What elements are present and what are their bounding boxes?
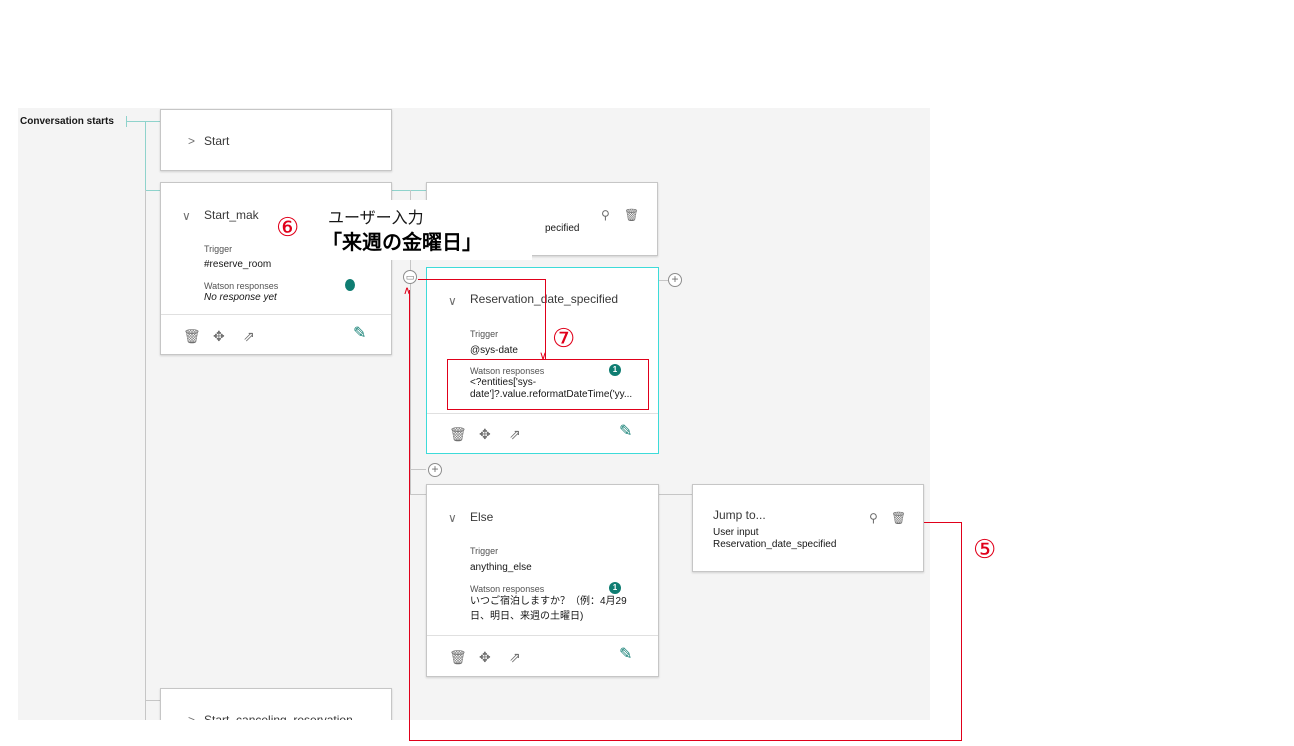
arrow-5-a: [924, 522, 961, 523]
node-title: Jump to...: [713, 508, 766, 522]
connector: [126, 121, 160, 122]
add-icon[interactable]: +: [668, 273, 682, 287]
responses-label: Watson responses: [204, 281, 279, 291]
arrow-5-d: [409, 290, 410, 741]
connector: [145, 190, 146, 720]
connector: [145, 121, 146, 191]
response-line-1: いつご宿泊しますか？（例：4月29: [470, 596, 627, 607]
chevron-down-icon[interactable]: ∨: [448, 511, 457, 525]
arrow-7-head: ∨: [539, 350, 548, 362]
jump-target-line-1: User input: [713, 527, 759, 538]
canvas-bottom-mask: [0, 720, 1294, 746]
annotation-marker-6: ⑥: [276, 212, 300, 242]
responses-label: Watson responses: [470, 584, 545, 594]
jump-to-icon[interactable]: ⇗: [509, 650, 521, 664]
node-start[interactable]: > Start: [160, 109, 392, 171]
connector: [658, 280, 668, 281]
trigger-label: Trigger: [470, 329, 499, 339]
trigger-value: anything_else: [470, 562, 532, 573]
user-input-label: ユーザー入力: [328, 210, 424, 227]
node-title: Start: [204, 134, 230, 148]
link-icon[interactable]: ⚲: [869, 511, 878, 525]
responses-value: No response yet: [204, 292, 277, 303]
divider: [427, 413, 658, 414]
conversation-starts-label: Conversation starts: [20, 116, 114, 127]
trash-icon[interactable]: 🗑: [624, 208, 639, 222]
trigger-value: #reserve_room: [204, 259, 272, 270]
node-title: Else: [470, 510, 494, 524]
arrow-5-head: ∧: [403, 285, 412, 297]
link-icon[interactable]: ⚲: [601, 208, 610, 222]
arrow-7-h: [418, 279, 545, 280]
connector: [145, 190, 160, 191]
pencil-icon[interactable]: ✎: [619, 424, 632, 440]
trigger-value: @sys-date: [470, 345, 518, 356]
response-line-2: 日、明日、来週の土曜日): [470, 611, 584, 622]
response-highlight: [447, 359, 649, 410]
trash-icon[interactable]: 🗑: [449, 427, 467, 441]
chevron-down-icon[interactable]: ∨: [182, 209, 191, 223]
trigger-label: Trigger: [470, 546, 499, 556]
annotation-marker-5: ⑤: [973, 534, 997, 564]
status-dot: [345, 279, 355, 291]
annotation-marker-7: ⑦: [552, 323, 576, 353]
chevron-right-icon[interactable]: >: [188, 134, 195, 148]
node-title: Start_mak: [204, 208, 259, 222]
comment-icon[interactable]: ▭: [403, 270, 417, 284]
trash-icon[interactable]: 🗑: [183, 329, 201, 343]
divider: [161, 314, 391, 315]
node-else[interactable]: ∨ Else Trigger anything_else Watson resp…: [426, 484, 659, 677]
divider: [427, 635, 658, 636]
arrow-7-v: [545, 279, 546, 359]
trigger-label: Trigger: [204, 244, 233, 254]
user-input-value: 「来週の金曜日」: [322, 232, 482, 254]
jump-target-line-2: Reservation_date_specified: [713, 539, 837, 550]
arrow-5-c: [409, 740, 962, 741]
add-icon[interactable]: +: [428, 463, 442, 477]
move-icon[interactable]: ✥: [213, 329, 225, 343]
trash-icon[interactable]: 🗑: [449, 650, 467, 664]
connector: [145, 700, 160, 701]
connector: [410, 469, 426, 470]
jump-to-icon[interactable]: ⇗: [243, 329, 255, 343]
jump-to-icon[interactable]: ⇗: [509, 427, 521, 441]
pencil-icon[interactable]: ✎: [619, 647, 632, 663]
move-icon[interactable]: ✥: [479, 427, 491, 441]
node-jump-to[interactable]: Jump to... User input Reservation_date_s…: [692, 484, 924, 572]
arrow-5-b: [961, 522, 962, 740]
pencil-icon[interactable]: ✎: [353, 326, 366, 342]
trash-icon[interactable]: 🗑: [891, 511, 906, 525]
node-title: pecified: [545, 223, 580, 234]
move-icon[interactable]: ✥: [479, 650, 491, 664]
connector: [658, 494, 692, 495]
chevron-down-icon[interactable]: ∨: [448, 294, 457, 308]
connector: [410, 494, 427, 495]
response-count-badge: 1: [609, 582, 621, 594]
